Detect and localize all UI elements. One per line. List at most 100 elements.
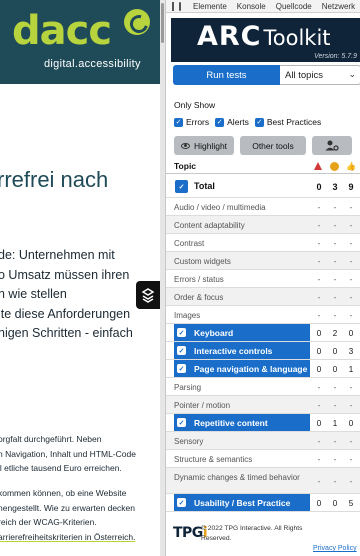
count-alerts: 0	[332, 365, 338, 374]
privacy-policy-link[interactable]: Privacy Policy	[313, 545, 357, 552]
checkbox-checked-icon[interactable]: ✓	[177, 498, 186, 507]
filter-label: Best Practices	[266, 117, 322, 127]
topic-label: Dynamic changes & timed behavior	[174, 473, 300, 482]
highlight-button[interactable]: Highlight	[174, 136, 234, 155]
copyright-line: Reserved.	[201, 534, 232, 542]
count-best: -	[349, 221, 353, 230]
count-best: -	[349, 239, 353, 248]
alert-icon	[330, 162, 339, 171]
count-alerts: 3	[332, 182, 338, 192]
page-scrollbar-thumb[interactable]	[161, 3, 164, 43]
topic-label: Order & focus	[174, 293, 224, 302]
count-errors: -	[317, 293, 321, 302]
filter-label: Errors	[186, 117, 210, 127]
count-alerts: 1	[332, 419, 338, 428]
count-errors: -	[317, 401, 321, 410]
topic-row: Structure & semantics - - -	[166, 450, 360, 468]
body-link[interactable]: arrierefreiheitskriterien in Österreich.	[0, 530, 135, 545]
topic-row[interactable]: Page navigation & language ✓ 0 0 1	[166, 360, 360, 378]
count-best: -	[349, 477, 353, 486]
body-line: nengestellt. Wie zu erwarten decken	[0, 502, 136, 513]
tab-network[interactable]: Netzwerk	[322, 2, 355, 11]
count-alerts: -	[333, 275, 337, 284]
paragraph-line: de: Unternehmen mit	[0, 248, 115, 262]
paragraph-line: nigen Schritten - einfach	[0, 326, 133, 340]
inspect-element-icon[interactable]	[172, 1, 174, 11]
topic-label: Content adaptability	[174, 221, 245, 230]
device-toolbar-icon[interactable]	[179, 1, 181, 11]
highlight-label: Highlight	[193, 140, 228, 151]
topic-row[interactable]: Usability / Best Practice ✓ 0 0 5	[166, 494, 360, 512]
page-heading: rrefrei nach	[0, 167, 109, 192]
run-tests-button[interactable]: Run tests	[173, 65, 280, 85]
count-errors: -	[317, 311, 321, 320]
body-line: reich der WCAG-Kriterien.	[0, 517, 97, 527]
arc-logo: ARCToolkit	[197, 21, 331, 52]
count-errors: 0	[316, 365, 322, 374]
count-alerts: -	[333, 383, 337, 392]
filter-best-practices-checkbox[interactable]: ✓ Best Practices	[254, 117, 322, 127]
topic-label: Keyboard	[174, 324, 310, 341]
devtools-toolbar: Elemente Konsole Quellcode Netzwerk	[166, 0, 360, 13]
logo-badge-icon	[124, 9, 150, 35]
floating-widget-button[interactable]	[136, 281, 160, 309]
count-errors: -	[317, 203, 321, 212]
checkbox-checked-icon: ✓	[215, 117, 225, 127]
site-logo[interactable]: dacc	[12, 8, 112, 54]
checkbox-checked-icon[interactable]: ✓	[177, 418, 186, 427]
count-alerts: -	[333, 437, 337, 446]
topic-label: Repetitive content	[174, 414, 310, 431]
arc-version: Version: 5.7.9	[314, 53, 357, 60]
count-best: -	[349, 275, 353, 284]
filter-checkboxes: ✓ Errors ✓ Alerts ✓ Best Practices	[174, 117, 327, 127]
topic-row: Audio / video / multimedia - - -	[166, 198, 360, 216]
count-errors: -	[317, 275, 321, 284]
other-tools-button[interactable]: Other tools	[240, 136, 306, 155]
tab-elements[interactable]: Elemente	[193, 2, 227, 11]
topic-row[interactable]: Repetitive content ✓ 0 1 0	[166, 414, 360, 432]
checkbox-checked-icon[interactable]: ✓	[177, 364, 186, 373]
site-tagline: digital.accessibility	[44, 58, 141, 70]
count-alerts: -	[333, 401, 337, 410]
filter-alerts-checkbox[interactable]: ✓ Alerts	[215, 117, 249, 127]
topic-label: Custom widgets	[174, 257, 231, 266]
count-errors: 0	[316, 329, 322, 338]
checkbox-checked-icon[interactable]: ✓	[177, 346, 186, 355]
count-best: -	[349, 401, 353, 410]
topic-row[interactable]: Keyboard ✓ 0 2 0	[166, 324, 360, 342]
topic-label: Usability / Best Practice	[174, 494, 310, 511]
count-best: -	[349, 203, 353, 212]
layers-icon	[141, 288, 155, 303]
count-errors: 0	[316, 419, 322, 428]
total-row[interactable]: Total ✓ 0 3 9	[166, 174, 360, 198]
topic-row: Contrast - - -	[166, 234, 360, 252]
topic-row[interactable]: Interactive controls ✓ 0 0 3	[166, 342, 360, 360]
count-best: -	[349, 293, 353, 302]
user-settings-button[interactable]	[312, 136, 352, 155]
count-alerts: -	[333, 311, 337, 320]
topic-row: Errors / status - - -	[166, 270, 360, 288]
count-best: -	[349, 383, 353, 392]
website-viewport: dacc digital.accessibility rrefrei nach …	[0, 0, 165, 556]
tab-console[interactable]: Konsole	[237, 2, 266, 11]
browser-window: dacc digital.accessibility rrefrei nach …	[0, 0, 360, 556]
count-best: -	[349, 257, 353, 266]
tab-sources[interactable]: Quellcode	[276, 2, 312, 11]
topic-row: Parsing - - -	[166, 378, 360, 396]
user-settings-icon	[325, 140, 339, 151]
topic-label: Page navigation & language	[174, 360, 310, 377]
topic-label: Pointer / motion	[174, 401, 231, 410]
checkbox-checked-icon[interactable]: ✓	[177, 328, 186, 337]
chevron-down-icon: ⌄	[348, 69, 356, 79]
filter-errors-checkbox[interactable]: ✓ Errors	[174, 117, 209, 127]
topic-label: Images	[174, 311, 201, 320]
count-alerts: 0	[332, 347, 338, 356]
topic-row: Sensory - - -	[166, 432, 360, 450]
topic-label: Structure & semantics	[174, 455, 253, 464]
count-errors: -	[317, 257, 321, 266]
count-best: 0	[348, 419, 354, 428]
checkbox-checked-icon[interactable]: ✓	[175, 180, 188, 193]
topics-select[interactable]: All topics ⌄	[280, 65, 360, 85]
arc-logo-main: ARC	[197, 21, 262, 52]
body-text-block: orgfalt durchgeführt. Neben n Navigation…	[0, 432, 136, 476]
